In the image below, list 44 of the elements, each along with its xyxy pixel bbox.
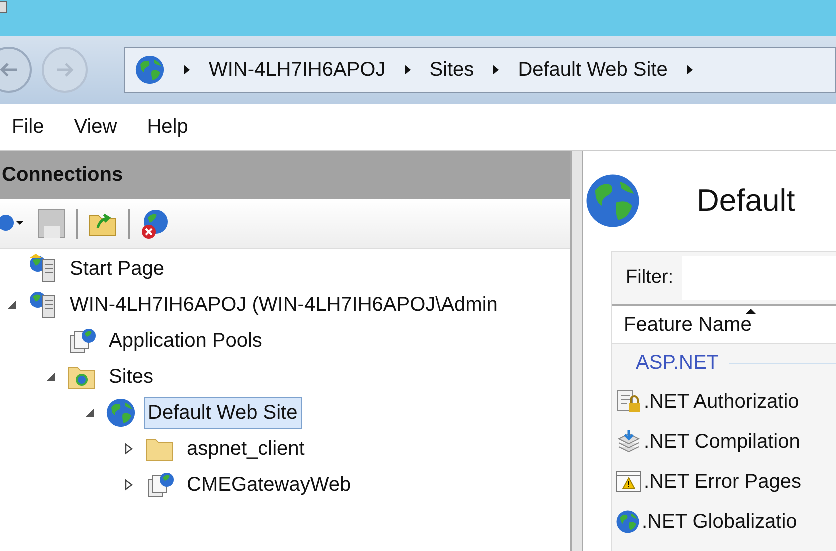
tree-item[interactable]: Start Page — [66, 253, 169, 285]
feature-item[interactable]: .NET Compilation — [644, 427, 800, 457]
feature-item[interactable]: .NET Error Pages — [644, 467, 802, 497]
app-icon — [0, 0, 8, 14]
collapse-arrow-icon[interactable] — [6, 299, 18, 311]
column-header[interactable]: Feature Name — [612, 306, 836, 344]
warning-window-icon — [616, 469, 642, 495]
tree-item[interactable]: WIN-4LH7IH6APOJ (WIN-4LH7IH6APOJ\Admin — [66, 289, 502, 321]
caret-icon — [686, 64, 694, 76]
group-heading: ASP.NET — [636, 351, 719, 376]
globe-icon — [135, 55, 165, 85]
expand-arrow-icon[interactable] — [123, 479, 135, 491]
menu-item[interactable]: File — [12, 112, 44, 142]
tree-item[interactable]: Sites — [105, 361, 158, 393]
sort-arrow-icon — [745, 308, 757, 315]
globe-icon — [106, 398, 136, 428]
stack-download-icon — [616, 429, 642, 455]
globe-icon — [585, 173, 641, 229]
save-icon[interactable] — [38, 208, 66, 238]
tree-item[interactable]: CMEGatewayWeb — [183, 469, 356, 501]
collapse-arrow-icon[interactable] — [45, 371, 57, 383]
caret-icon — [404, 64, 412, 76]
breadcrumb-item[interactable]: Default Web Site — [518, 55, 668, 85]
filter-label: Filter: — [626, 266, 674, 290]
expand-arrow-icon[interactable] — [123, 443, 135, 455]
collapse-arrow-icon[interactable] — [84, 407, 96, 419]
tree-item[interactable]: Application Pools — [105, 325, 266, 357]
pane-title: Connections — [1, 163, 124, 188]
back-arrow-icon — [0, 62, 19, 78]
menu-item[interactable]: View — [74, 112, 118, 142]
tree-item[interactable]: aspnet_client — [183, 433, 309, 465]
page-title: Default — [697, 182, 796, 220]
caret-icon — [183, 64, 191, 76]
breadcrumb-item[interactable]: WIN-4LH7IH6APOJ — [209, 55, 386, 85]
forward-arrow-icon — [55, 62, 75, 78]
breadcrumb-item[interactable]: Sites — [430, 55, 474, 85]
feature-item[interactable]: .NET Globalizatio — [642, 507, 798, 537]
caret-icon — [492, 64, 500, 76]
tree-item[interactable]: Default Web Site — [144, 397, 302, 429]
menu-item[interactable]: Help — [147, 112, 188, 142]
globe-icon — [616, 510, 640, 534]
document-lock-icon — [616, 389, 642, 415]
address-bar[interactable]: WIN-4LH7IH6APOJ Sites Default Web Site — [124, 47, 836, 93]
feature-item[interactable]: .NET Authorizatio — [644, 387, 800, 417]
